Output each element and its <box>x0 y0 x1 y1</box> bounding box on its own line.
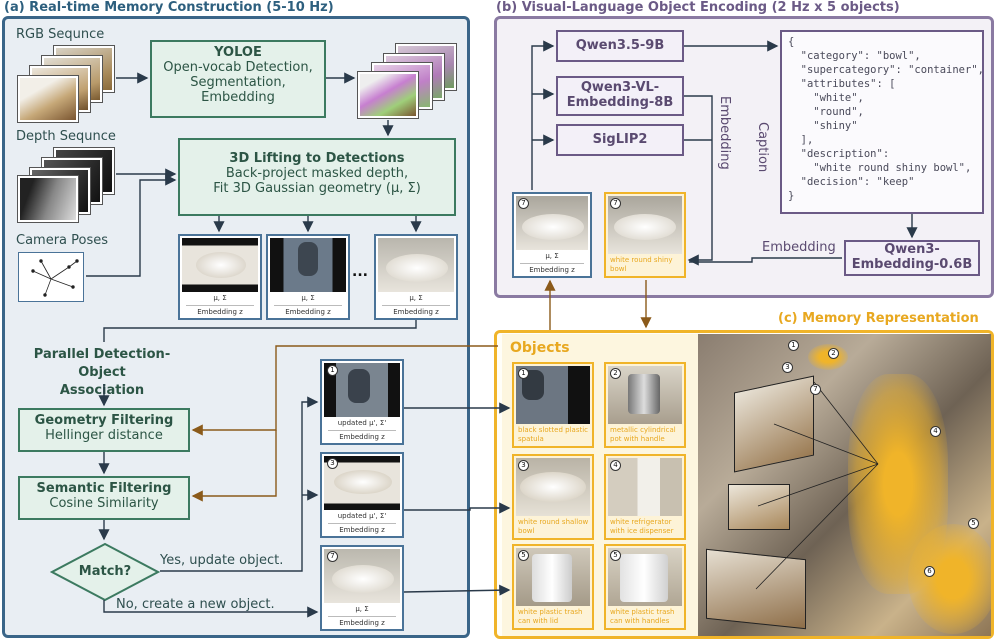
vl-card-mu-sigma: μ, Σ <box>545 252 559 260</box>
geometry-filter-sub: Hellinger distance <box>45 428 163 443</box>
camera-label: Camera Poses <box>16 233 109 248</box>
semantic-filter-title: Semantic Filtering <box>36 481 172 496</box>
lifting-box: 3D Lifting to Detections Back-project ma… <box>178 138 456 216</box>
scene-marker: 5 <box>968 518 979 529</box>
vl-card-embedding: Embedding z <box>529 266 575 274</box>
object-id-badge: 1 <box>327 365 338 376</box>
text-embedding-box: Qwen3- Embedding-0.6B <box>844 240 980 276</box>
segmented-frame <box>358 72 418 118</box>
detection-embedding: Embedding z <box>285 308 331 316</box>
embedding-vertical-label: Embedding <box>717 96 732 170</box>
detection-card: μ, Σ Embedding z <box>178 234 262 320</box>
memory-object-caption: black slotted plastic spatula <box>518 426 589 443</box>
detection-ellipsis: ... <box>352 264 368 280</box>
detection-card: μ, Σ Embedding z <box>374 234 458 320</box>
object-card: 3 updated μ', Σ' Embedding z <box>320 452 404 538</box>
object-embedding: Embedding z <box>339 619 385 627</box>
depth-label: Depth Sequnce <box>16 129 116 144</box>
memory-id-badge: 4 <box>610 460 621 471</box>
object-mu-sigma: μ, Σ <box>355 605 369 613</box>
lifting-line: Back-project masked depth, <box>225 166 409 181</box>
detection-mu-sigma: μ, Σ <box>301 294 315 302</box>
match-no-label: No, create a new object. <box>116 597 275 612</box>
panel-b-title: (b) Visual-Language Object Encoding (2 H… <box>496 0 900 15</box>
caption-vertical-label: Caption <box>755 122 770 173</box>
scene-marker: 4 <box>930 426 941 437</box>
object-updated-params: updated μ', Σ' <box>337 419 387 427</box>
lifting-title: 3D Lifting to Detections <box>229 151 405 166</box>
depth-frame <box>18 176 78 222</box>
memory-object-caption: white round shallow bowl <box>518 518 589 535</box>
memory-id-badge: 1 <box>518 368 529 379</box>
vl-output-card: 7 white round shiny bowl <box>604 192 686 278</box>
memory-id-badge: 5 <box>610 550 621 561</box>
vl-card-id-badge: 7 <box>610 198 621 209</box>
memory-id-badge: 2 <box>610 368 621 379</box>
embedding-label: Embedding <box>762 240 836 255</box>
detection-mu-sigma: μ, Σ <box>213 294 227 302</box>
object-id-badge: 3 <box>327 458 338 469</box>
yoloe-line: Segmentation, <box>190 75 286 90</box>
qwen-vl-embedding-box: Qwen3-VL- Embedding-8B <box>556 76 684 116</box>
pose-graph-icon <box>31 259 79 297</box>
geometry-filter-title: Geometry Filtering <box>34 413 174 428</box>
object-id-badge: 7 <box>327 551 338 562</box>
vl-card-id-badge: 7 <box>518 198 529 209</box>
vl-input-card: 7 μ, Σ Embedding z <box>512 192 592 278</box>
objects-heading: Objects <box>510 340 570 356</box>
association-title: Parallel Detection-Object Association <box>16 346 188 400</box>
panel-c-title: (c) Memory Representation <box>778 311 979 326</box>
memory-object-card: 4 white refrigerator with ice dispenser <box>604 454 686 540</box>
match-label: Match? <box>78 564 132 579</box>
rgb-frame <box>18 76 78 122</box>
memory-object-caption: white refrigerator with ice dispenser <box>610 518 674 535</box>
object-card: 7 μ, Σ Embedding z <box>320 545 404 631</box>
rgb-label: RGB Sequnce <box>16 27 105 42</box>
siglip-box: SigLIP2 <box>556 124 684 156</box>
qwen-vl-box: Qwen3.5-9B <box>556 30 684 62</box>
scene-3d-view: 1 2 3 7 4 5 6 <box>698 334 991 636</box>
memory-object-caption: white plastic trash can with handles <box>610 608 675 625</box>
scene-marker: 1 <box>788 340 799 351</box>
lifting-line: Fit 3D Gaussian geometry (μ, Σ) <box>213 181 421 196</box>
camera-poses-plot <box>18 252 84 302</box>
memory-object-card: 3 white round shallow bowl <box>512 454 594 540</box>
geometry-filter-box: Geometry Filtering Hellinger distance <box>18 408 190 452</box>
object-embedding: Embedding z <box>339 433 385 441</box>
match-yes-label: Yes, update object. <box>160 553 284 568</box>
detection-embedding: Embedding z <box>197 308 243 316</box>
scene-marker: 6 <box>924 566 935 577</box>
detection-mu-sigma: μ, Σ <box>409 294 423 302</box>
memory-object-card: 2 metallic cylindrical pot with handle <box>604 362 686 448</box>
yoloe-title: YOLOE <box>214 45 262 60</box>
scene-marker: 7 <box>810 384 821 395</box>
object-embedding: Embedding z <box>339 526 385 534</box>
vl-card-caption: white round shiny bowl <box>610 256 673 273</box>
memory-object-caption: metallic cylindrical pot with handle <box>610 426 676 443</box>
association-line: Parallel Detection-Object <box>33 347 171 380</box>
object-updated-params: updated μ', Σ' <box>337 512 387 520</box>
memory-object-caption: white plastic trash can with lid <box>518 608 583 625</box>
scene-marker: 3 <box>782 362 793 373</box>
detection-card: μ, Σ Embedding z <box>266 234 350 320</box>
memory-id-badge: 3 <box>518 460 529 471</box>
yoloe-line: Open-vocab Detection, <box>163 60 313 75</box>
panel-a-title: (a) Real-time Memory Construction (5-10 … <box>4 0 334 15</box>
yoloe-box: YOLOE Open-vocab Detection, Segmentation… <box>150 40 326 118</box>
caption-json: { "category": "bowl", "supercategory": "… <box>780 30 984 214</box>
scene-marker: 2 <box>828 348 839 359</box>
memory-object-card: 5 white plastic trash can with lid <box>512 544 594 630</box>
yoloe-line: Embedding <box>201 90 275 105</box>
association-line: Association <box>59 383 145 398</box>
semantic-filter-sub: Cosine Similarity <box>49 496 159 511</box>
semantic-filter-box: Semantic Filtering Cosine Similarity <box>18 476 190 520</box>
memory-id-badge: 5 <box>518 550 529 561</box>
detection-embedding: Embedding z <box>393 308 439 316</box>
object-card: 1 updated μ', Σ' Embedding z <box>320 359 404 445</box>
memory-object-card: 1 black slotted plastic spatula <box>512 362 594 448</box>
memory-object-card: 5 white plastic trash can with handles <box>604 544 686 630</box>
